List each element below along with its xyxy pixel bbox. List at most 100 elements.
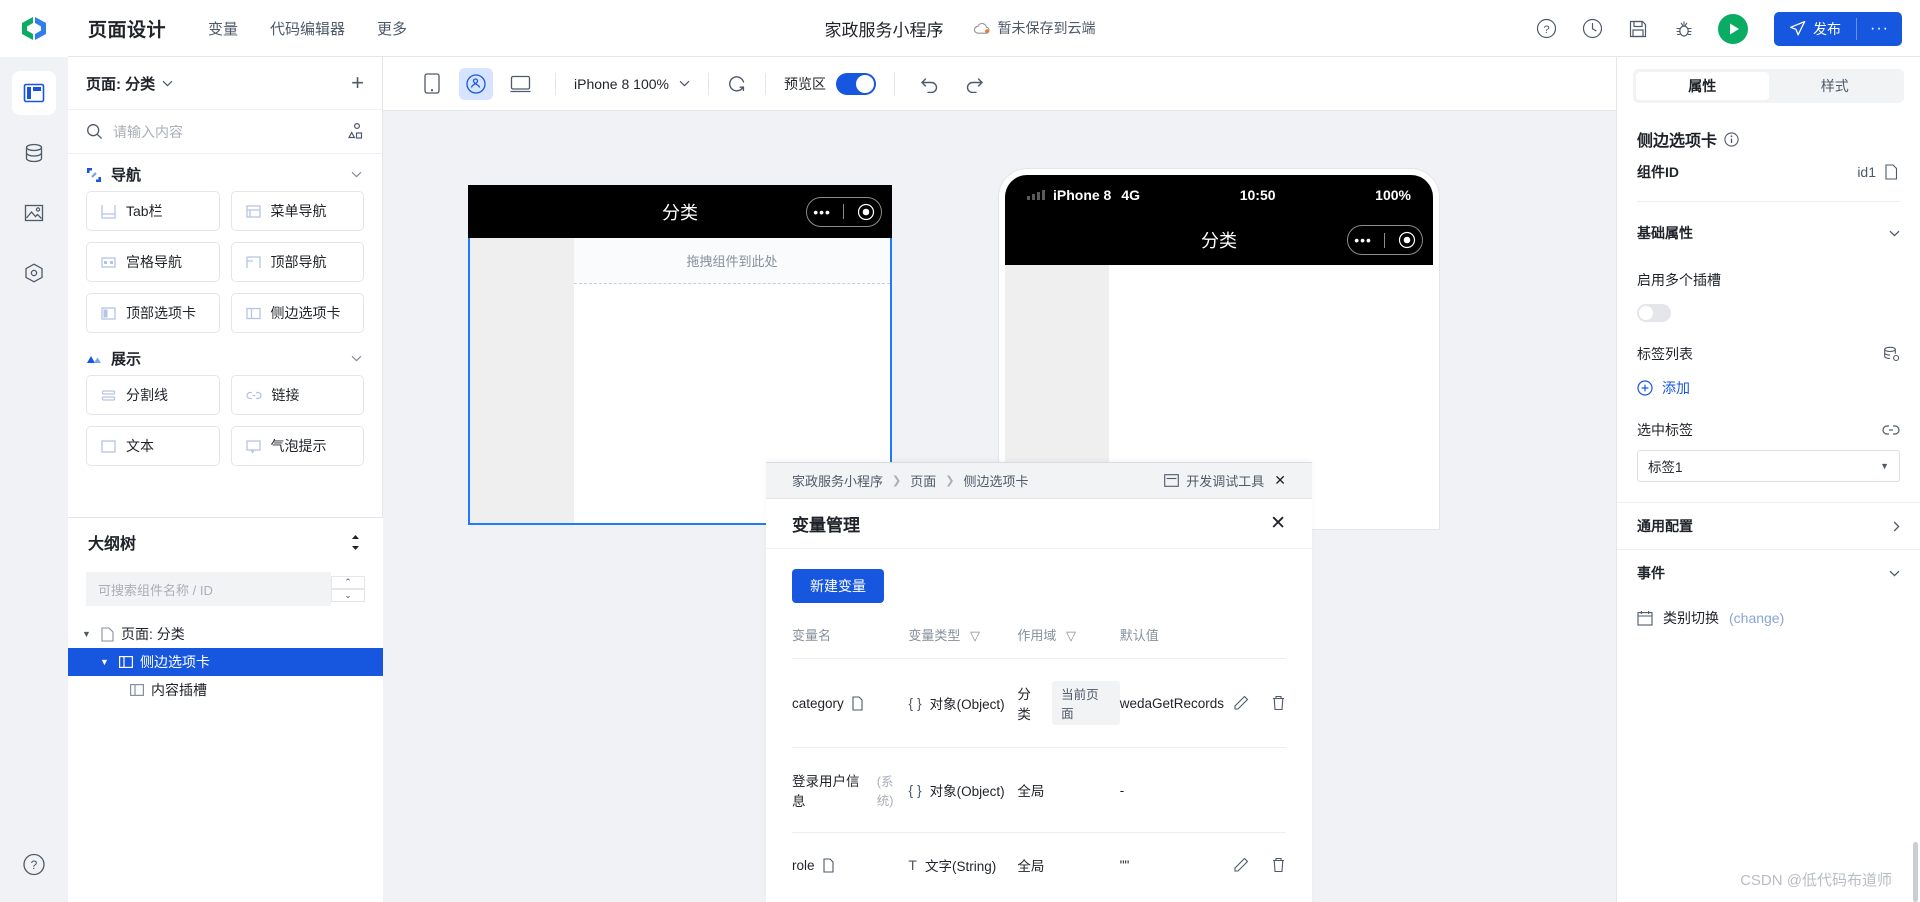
menu-nav-icon [245,204,261,219]
nav-item-more[interactable]: 更多 [377,18,407,39]
history-icon[interactable] [1580,17,1604,41]
component-card-menu-nav[interactable]: 菜单导航 [230,191,364,231]
bug-icon[interactable] [1672,17,1696,41]
link-icon[interactable] [1882,424,1900,436]
delete-icon[interactable] [1271,857,1286,873]
rail-item-plugin[interactable] [12,251,56,295]
outline-prev-button[interactable]: ⌃ [331,576,365,589]
run-button[interactable] [1718,13,1749,44]
side-tabs-icon [245,306,261,321]
copy-icon[interactable] [852,695,866,711]
variable-manager-header: 变量管理 ✕ [766,499,1312,549]
filter-icon[interactable]: ▽ [970,628,980,643]
save-icon[interactable] [1626,17,1650,41]
breadcrumb-separator: ❯ [892,475,902,487]
outline-search-input[interactable]: 可搜索组件名称 / ID [86,572,331,606]
component-card-link[interactable]: 链接 [230,375,364,415]
chevron-down-icon[interactable]: ▼ [82,629,94,639]
rail-help-button[interactable]: ? [23,853,46,876]
tree-node-slot[interactable]: 内容插槽 [68,676,383,704]
breadcrumb-item-page[interactable]: 页面 [910,471,936,490]
event-item-change[interactable]: 类别切换 (change) [1637,608,1900,628]
header-actions: ? 发布 ··· [1534,0,1902,57]
help-circle-icon: ? [23,853,45,876]
section-events[interactable]: 事件 [1637,550,1900,596]
drop-hint[interactable]: 拖拽组件到此处 [574,238,890,284]
search-input[interactable] [113,123,335,140]
miniprogram-view-icon[interactable] [459,67,493,100]
component-card-grid-nav[interactable]: 宫格导航 [86,242,220,282]
header-center: 家政服务小程序 暂未保存到云端 [825,16,1096,41]
design-side-tabs-column[interactable] [470,238,574,523]
device-selector[interactable]: iPhone 8 100% [556,67,708,101]
scrollbar[interactable] [1913,842,1918,902]
help-icon[interactable]: ? [1534,17,1558,41]
filter-icon[interactable]: ▽ [1066,628,1076,643]
publish-more-button[interactable]: ··· [1857,12,1902,46]
table-row[interactable]: category { } 对象(Object) 分类 当前页面 wedaGetR… [792,658,1286,748]
component-card-tooltip[interactable]: 气泡提示 [230,426,364,466]
redo-icon[interactable] [957,68,991,100]
new-variable-button[interactable]: 新建变量 [792,569,884,603]
section-general-config[interactable]: 通用配置 [1637,503,1900,549]
app-logo[interactable] [0,0,68,57]
component-card-divider[interactable]: 分割线 [86,375,220,415]
breadcrumb-item-project[interactable]: 家政服务小程序 [792,471,883,490]
component-group-display-header[interactable]: 展示 [86,339,364,375]
table-row[interactable]: 登录用户信息 (系统) { } 对象(Object) 全局 - [792,747,1286,833]
copy-icon[interactable] [1885,164,1900,180]
slot-icon [130,684,144,696]
component-card-label: 链接 [271,387,300,403]
component-card-top-tabs[interactable]: 顶部选项卡 [86,293,220,333]
canvas-area: iPhone 8 100% 预览区 分类 ••• 拖拽组件到此处 iPhone … [383,57,1616,902]
variable-manager-close-button[interactable]: ✕ [1270,514,1286,533]
cell-scope: 全局 [1017,747,1120,833]
tree-node-label: 内容插槽 [151,682,207,698]
publish-main[interactable]: 发布 [1774,12,1856,46]
sort-icon[interactable] [348,534,363,551]
page-selector[interactable]: 页面: 分类 [86,73,173,94]
rail-item-image[interactable] [12,191,56,235]
phone-view-icon[interactable] [415,68,449,100]
debug-tool-button[interactable]: 开发调试工具 [1164,471,1264,490]
publish-button[interactable]: 发布 ··· [1774,11,1902,46]
info-icon[interactable] [1724,131,1739,147]
outline-next-button[interactable]: ⌄ [331,589,365,602]
debug-tool-close-button[interactable]: ✕ [1274,472,1286,489]
delete-icon[interactable] [1271,695,1286,711]
tree-node-side-tabs[interactable]: ▼ 侧边选项卡 [68,648,383,676]
rail-item-layout[interactable] [12,71,56,115]
add-page-button[interactable]: + [351,72,364,94]
nav-item-variables[interactable]: 变量 [208,18,238,39]
component-group-nav-header[interactable]: 导航 [86,155,364,191]
preview-toggle[interactable] [835,72,876,95]
desktop-view-icon[interactable] [503,68,537,100]
tree-node-page[interactable]: ▼ 页面: 分类 [68,620,383,648]
data-source-icon[interactable] [1883,346,1900,363]
multi-slot-toggle[interactable] [1637,304,1671,322]
component-card-top-nav[interactable]: 顶部导航 [230,242,364,282]
search-icon [87,124,103,140]
nav-item-code-editor[interactable]: 代码编辑器 [270,18,345,39]
rail-item-database[interactable] [12,131,56,175]
edit-icon[interactable] [1233,695,1249,711]
hierarchy-icon[interactable] [345,122,364,141]
section-basic-properties[interactable]: 基础属性 [1637,210,1900,256]
tab-styles[interactable]: 样式 [1769,72,1902,100]
tab-properties[interactable]: 属性 [1636,72,1769,100]
component-card-side-tabs[interactable]: 侧边选项卡 [230,293,364,333]
chevron-down-icon [351,355,362,362]
breadcrumb-item-component[interactable]: 侧边选项卡 [963,471,1028,490]
table-row[interactable]: role T 文字(String) 全局 "" [792,832,1286,897]
variable-scope: 分类 [1017,687,1031,722]
edit-icon[interactable] [1233,857,1249,873]
component-card-tabbar[interactable]: Tab栏 [86,191,220,231]
component-card-label: 顶部导航 [270,254,327,270]
copy-icon[interactable] [822,857,837,873]
add-tag-button[interactable]: 添加 [1637,378,1900,398]
undo-icon[interactable] [913,68,947,100]
selected-tag-select[interactable]: 标签1 ▼ [1637,450,1900,482]
chevron-down-icon[interactable]: ▼ [100,657,112,667]
component-card-text[interactable]: 文本 [86,426,220,466]
refresh-button[interactable] [709,67,765,101]
